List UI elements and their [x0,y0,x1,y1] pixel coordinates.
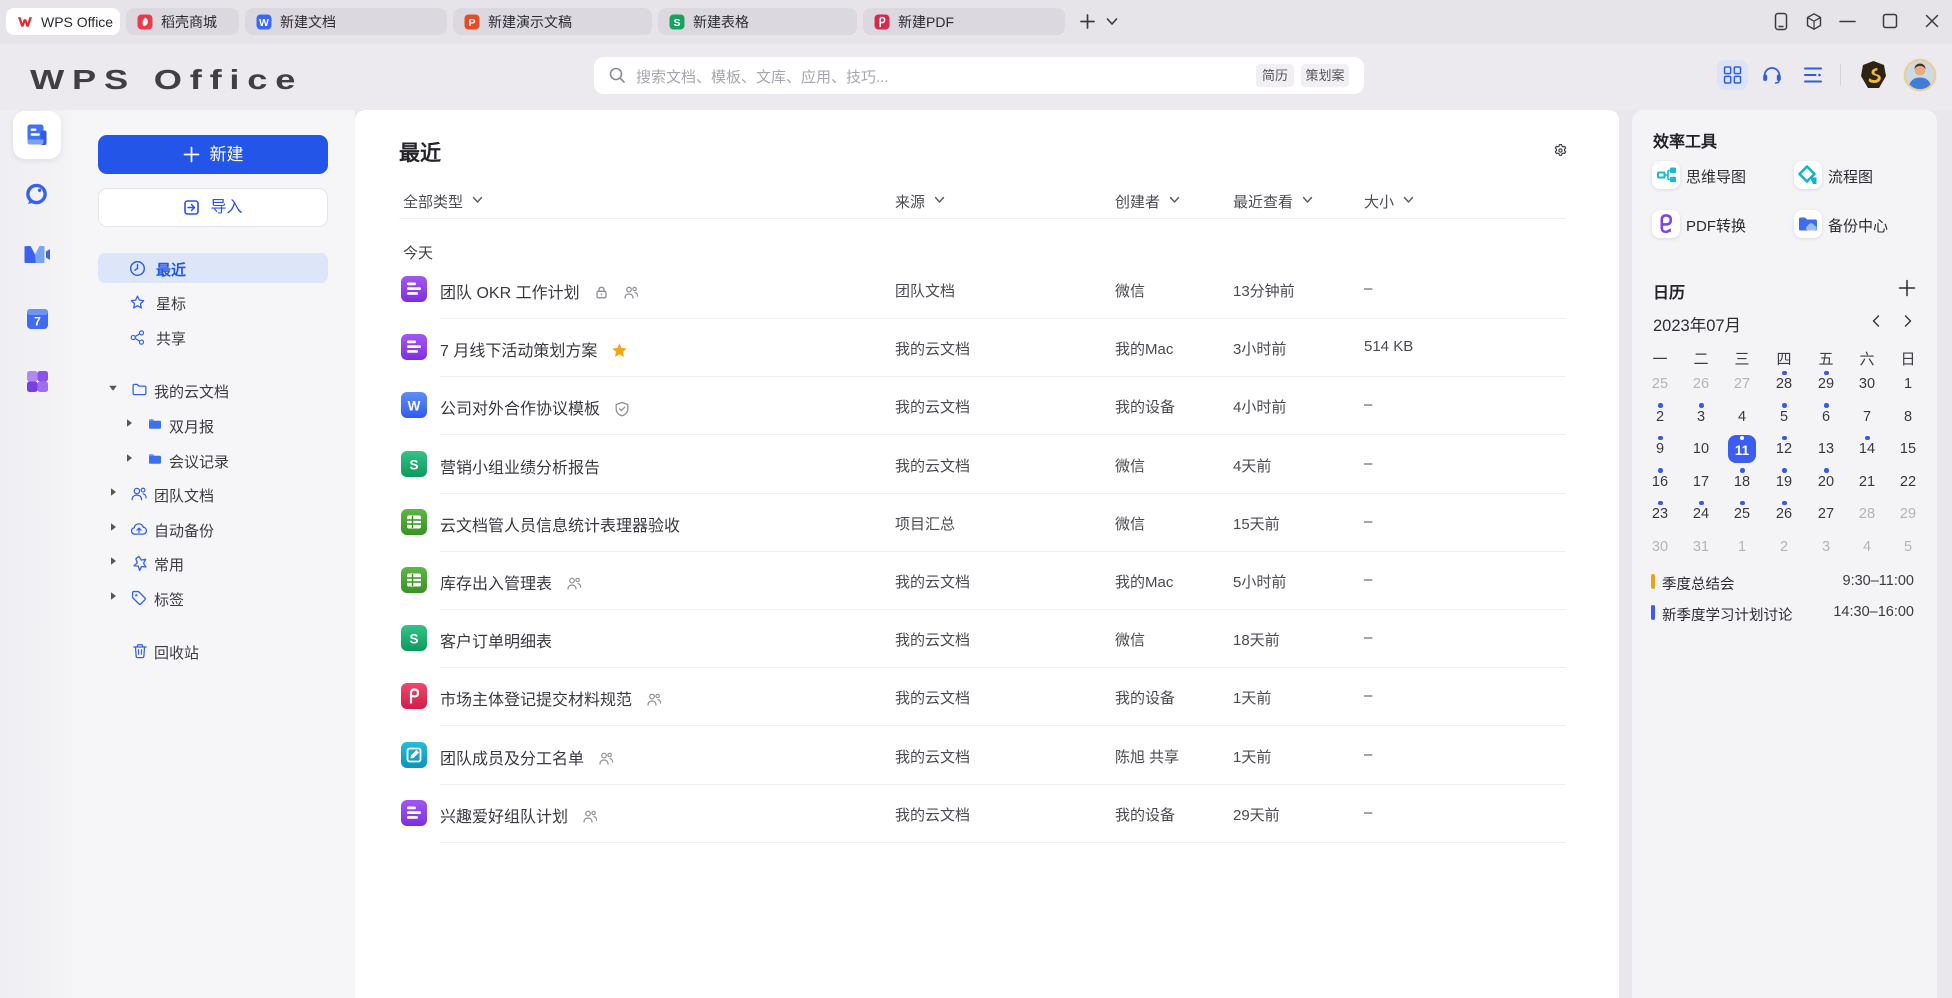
svg-text:S: S [409,457,418,472]
svg-text:P: P [468,17,475,29]
svg-text:W: W [259,17,269,29]
svg-text:S: S [673,17,680,29]
svg-text:W: W [408,398,421,413]
svg-text:7: 7 [34,315,41,329]
svg-text:S: S [409,631,418,646]
